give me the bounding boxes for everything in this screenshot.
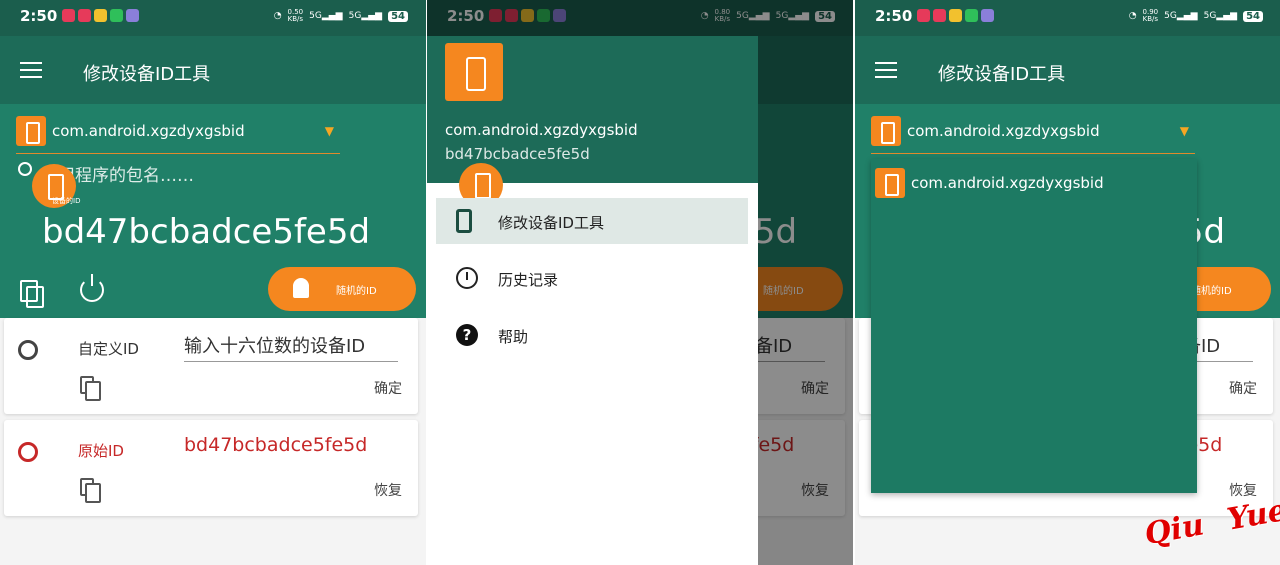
app-icon <box>16 116 46 146</box>
package-spinner[interactable]: com.android.xgzdyxgsbid ▼ <box>16 116 340 154</box>
screen-drawer-open: 2:50 ◔ 0.80KB/s 5G▂▄▆ 5G▂▄▆ 54 修改设备ID工具 … <box>427 0 853 565</box>
drawer-item-label: 修改设备ID工具 <box>498 214 604 232</box>
drawer-item-label: 历史记录 <box>498 271 559 289</box>
menu-icon[interactable] <box>875 62 897 78</box>
signal-icon: 5G▂▄▆ <box>309 11 343 21</box>
drawer-device-id: bd47bcbadce5fe5d <box>445 145 590 163</box>
dropdown-option[interactable]: com.android.xgzdyxgsbid <box>875 167 1175 199</box>
app-bar: 修改设备ID工具 <box>855 36 1280 104</box>
drawer-package: com.android.xgzdyxgsbid <box>445 121 638 139</box>
custom-id-radio[interactable] <box>18 340 38 360</box>
signal-icon: 5G▂▄▆ <box>348 11 383 21</box>
copy-icon[interactable] <box>80 376 101 401</box>
status-indicators: ◔ 0.50 KB/s 5G▂▄▆ 5G▂▄▆ 54 <box>274 9 408 23</box>
header: com.android.xgzdyxgsbid ▼ 用程序的包名…… 设备的ID… <box>0 104 426 318</box>
notification-app-icon <box>949 9 962 22</box>
screen-main: 2:50 ◔ 0.50 KB/s 5G▂▄▆ 5G▂▄▆ 54 修改设备ID工具 … <box>0 0 426 565</box>
signal-icon: 5G▂▄▆ <box>1203 11 1238 21</box>
status-time: 2:50 <box>875 7 913 25</box>
drawer-header: com.android.xgzdyxgsbid bd47bcbadce5fe5d <box>427 36 758 183</box>
app-title: 修改设备ID工具 <box>938 64 1066 85</box>
app-icon <box>875 168 905 198</box>
status-bar: 2:50 ◔ 0.50 KB/s 5G▂▄▆ 5G▂▄▆ 54 <box>0 0 426 36</box>
notification-app-icon <box>126 9 139 22</box>
power-icon[interactable] <box>80 274 104 302</box>
dropdown-arrow-icon: ▼ <box>324 124 334 138</box>
battery-icon: 54 <box>1243 10 1263 22</box>
confirm-button[interactable]: 确定 <box>374 378 402 398</box>
package-dropdown: com.android.xgzdyxgsbid <box>871 159 1197 493</box>
custom-id-card: 自定义ID 输入十六位数的设备ID 确定 <box>4 318 418 414</box>
phone-icon <box>456 209 472 233</box>
random-id-label: 随机的ID <box>336 286 377 297</box>
notification-app-icon <box>981 9 994 22</box>
status-time: 2:50 <box>20 7 58 25</box>
search-hint: 用程序的包名…… <box>58 166 194 186</box>
notification-app-icon <box>78 9 91 22</box>
search-icon <box>18 162 32 176</box>
notification-app-icon <box>110 9 123 22</box>
original-id-radio[interactable] <box>18 442 38 462</box>
random-id-button[interactable]: 随机的ID <box>268 267 416 311</box>
original-id-label: 原始ID <box>78 442 124 460</box>
app-icon <box>445 43 503 101</box>
current-id-label: 设备的ID <box>52 197 81 205</box>
menu-icon[interactable] <box>20 62 42 78</box>
spinner-selected-package: com.android.xgzdyxgsbid <box>907 122 1100 140</box>
dropdown-arrow-icon: ▼ <box>1179 124 1189 138</box>
status-bar: 2:50 ◔ 0.90 KB/s 5G▂▄▆ 5G▂▄▆ 54 <box>855 0 1280 36</box>
android-icon <box>290 278 312 300</box>
original-id-card: 原始ID bd47bcbadce5fe5d 恢复 <box>4 420 418 516</box>
random-id-label: 随机的ID <box>1191 286 1232 297</box>
help-icon: ? <box>456 324 478 346</box>
copy-icon[interactable] <box>80 478 101 503</box>
confirm-button[interactable]: 确定 <box>1229 378 1257 398</box>
custom-id-label: 自定义ID <box>78 340 139 358</box>
network-speed: 0.50 KB/s <box>287 8 304 23</box>
navigation-drawer: com.android.xgzdyxgsbid bd47bcbadce5fe5d… <box>427 36 758 565</box>
battery-icon: 54 <box>388 10 408 22</box>
speedometer-icon: ◔ <box>273 11 282 21</box>
drawer-item-help[interactable]: ? 帮助 <box>436 312 748 358</box>
drawer-item-device-id-tool[interactable]: 修改设备ID工具 <box>436 198 748 244</box>
package-spinner[interactable]: com.android.xgzdyxgsbid ▼ <box>871 116 1195 154</box>
custom-id-input[interactable]: 输入十六位数的设备ID <box>184 332 398 362</box>
notification-icons <box>917 9 994 22</box>
history-icon <box>456 267 478 289</box>
notification-app-icon <box>94 9 107 22</box>
notification-icons <box>62 9 139 22</box>
dropdown-option-label: com.android.xgzdyxgsbid <box>911 174 1104 192</box>
notification-app-icon <box>965 9 978 22</box>
original-id-value: bd47bcbadce5fe5d <box>184 434 368 456</box>
notification-app-icon <box>933 9 946 22</box>
copy-icon[interactable] <box>20 280 44 308</box>
app-bar: 修改设备ID工具 <box>0 36 426 104</box>
network-speed: 0.90 KB/s <box>1142 8 1159 23</box>
restore-button[interactable]: 恢复 <box>1229 480 1257 500</box>
spinner-selected-package: com.android.xgzdyxgsbid <box>52 122 245 140</box>
screen-spinner-open: 2:50 ◔ 0.90 KB/s 5G▂▄▆ 5G▂▄▆ 54 修改设备ID工具 … <box>855 0 1280 565</box>
app-title: 修改设备ID工具 <box>83 64 211 85</box>
app-icon <box>871 116 901 146</box>
speedometer-icon: ◔ <box>1128 11 1137 21</box>
signal-icon: 5G▂▄▆ <box>1164 11 1198 21</box>
restore-button[interactable]: 恢复 <box>374 480 402 500</box>
notification-app-icon <box>917 9 930 22</box>
drawer-item-history[interactable]: 历史记录 <box>436 255 748 301</box>
status-indicators: ◔ 0.90 KB/s 5G▂▄▆ 5G▂▄▆ 54 <box>1129 9 1263 23</box>
notification-app-icon <box>62 9 75 22</box>
drawer-item-label: 帮助 <box>498 328 529 346</box>
device-id: bd47bcbadce5fe5d <box>42 212 371 252</box>
